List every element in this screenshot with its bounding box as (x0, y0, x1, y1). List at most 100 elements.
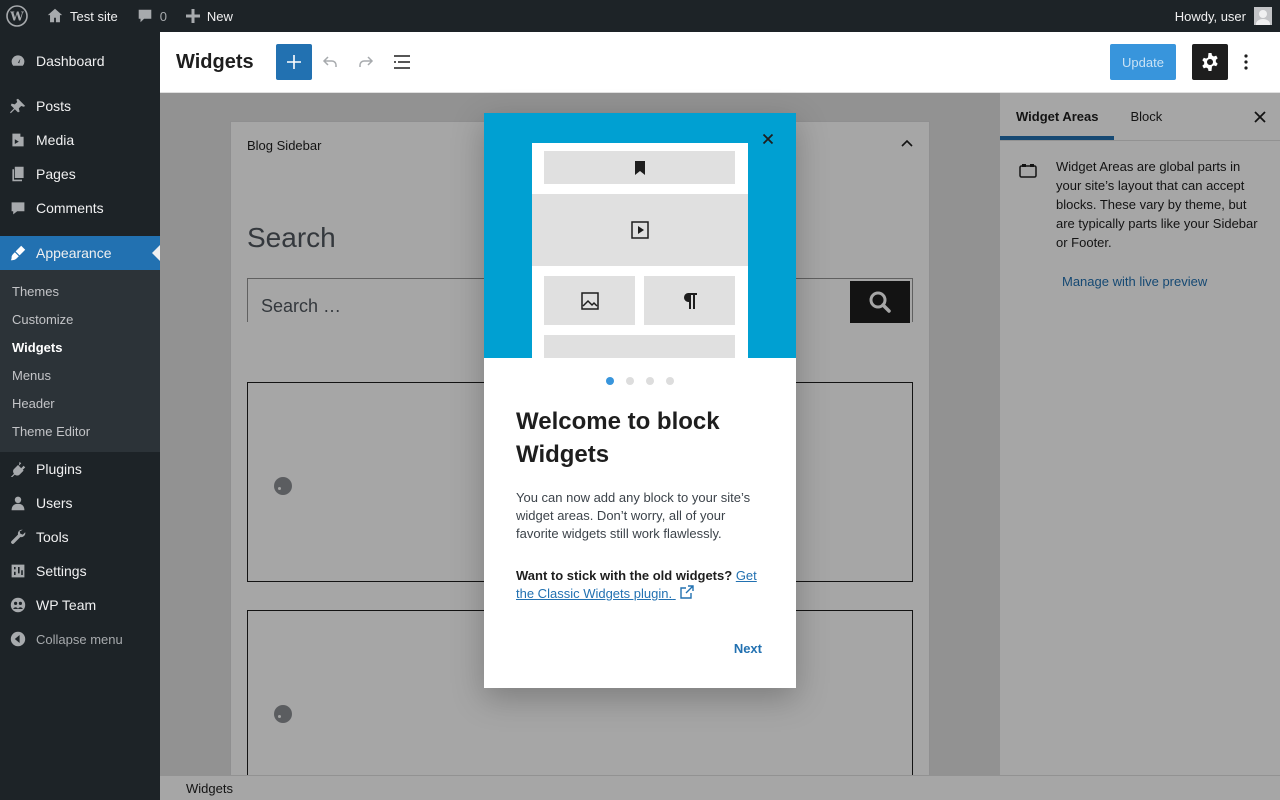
menu-label: Tools (36, 529, 69, 545)
new-content-link[interactable]: New (175, 0, 241, 32)
site-name: Test site (70, 8, 118, 24)
bookmark-icon (634, 160, 645, 175)
comments-count: 0 (159, 8, 167, 24)
more-vertical-icon (1244, 54, 1248, 70)
menu-label: Plugins (36, 461, 82, 477)
next-button[interactable]: Next (734, 641, 762, 656)
page-dot[interactable] (666, 377, 674, 385)
menu-item-pages[interactable]: Pages (0, 157, 160, 191)
greeting-text: Howdy, user (1174, 8, 1246, 24)
menu-item-tools[interactable]: Tools (0, 520, 160, 554)
menu-item-users[interactable]: Users (0, 486, 160, 520)
menu-label: Comments (36, 200, 104, 216)
page-indicator (484, 377, 796, 385)
menu-label: Settings (36, 563, 87, 579)
menu-item-wp-team[interactable]: WP Team (0, 588, 160, 622)
menu-label: Posts (36, 98, 72, 114)
block-inserter-button[interactable] (275, 44, 312, 80)
illustration-block (644, 276, 735, 325)
submenu-item-theme-editor[interactable]: Theme Editor (0, 417, 160, 445)
settings-button[interactable] (1192, 44, 1228, 80)
more-options-button[interactable] (1228, 44, 1264, 80)
list-view-icon (393, 55, 410, 69)
comments-link[interactable]: 0 (126, 0, 175, 32)
submenu-item-customize[interactable]: Customize (0, 305, 160, 333)
menu-item-dashboard[interactable]: Dashboard (0, 44, 160, 78)
illustration-frame (532, 143, 748, 358)
menu-label: Dashboard (36, 53, 105, 69)
submenu-item-widgets[interactable]: Widgets (0, 333, 160, 361)
submenu-item-header[interactable]: Header (0, 389, 160, 417)
paragraph-icon (683, 292, 697, 309)
comment-icon (138, 9, 151, 23)
home-icon (47, 8, 63, 23)
menu-item-plugins[interactable]: Plugins (0, 452, 160, 486)
media-icon (12, 133, 24, 147)
page-dot[interactable] (626, 377, 634, 385)
illustration-block (532, 194, 748, 266)
menu-item-posts[interactable]: Posts (0, 89, 160, 123)
menu-item-appearance[interactable]: Appearance (0, 236, 160, 270)
wordpress-logo-icon: W (6, 5, 28, 27)
collapse-menu-button[interactable]: Collapse menu (0, 622, 160, 656)
my-account[interactable]: Howdy, user (1175, 7, 1280, 25)
pin-icon (10, 98, 26, 114)
new-label: New (206, 8, 233, 24)
undo-icon (322, 56, 337, 67)
submenu-item-menus[interactable]: Menus (0, 361, 160, 389)
external-link-icon (680, 585, 694, 599)
team-icon (10, 597, 26, 613)
illustration-block (544, 151, 735, 184)
classic-widgets-note: Want to stick with the old widgets? Get … (516, 567, 766, 603)
appearance-submenu: Themes Customize Widgets Menus Header Th… (0, 270, 160, 452)
gear-icon (1202, 53, 1218, 71)
collapse-icon (10, 631, 26, 647)
plugin-icon (10, 461, 26, 477)
update-button[interactable]: Update (1110, 44, 1176, 80)
comment-icon (11, 202, 25, 215)
submenu-item-themes[interactable]: Themes (0, 277, 160, 305)
site-name-link[interactable]: Test site (36, 0, 126, 32)
user-icon (11, 496, 25, 511)
illustration-block (544, 276, 635, 325)
video-icon (631, 221, 649, 239)
page-dot[interactable] (646, 377, 654, 385)
editor-header: Widgets Update (160, 32, 1280, 93)
classic-prompt: Want to stick with the old widgets? (516, 568, 733, 583)
modal-body-text: You can now add any block to your site’s… (516, 490, 751, 541)
welcome-guide-modal: Welcome to block Widgets You can now add… (484, 113, 796, 688)
menu-item-media[interactable]: Media (0, 123, 160, 157)
menu-label: Media (36, 132, 75, 148)
illustration-block (544, 335, 735, 358)
settings-icon (11, 564, 25, 578)
redo-button[interactable] (348, 44, 384, 80)
welcome-illustration (484, 113, 796, 358)
list-view-button[interactable] (384, 44, 420, 80)
avatar (1254, 7, 1272, 25)
collapse-label: Collapse menu (36, 631, 123, 647)
admin-toolbar: W Test site 0 New Howdy, user (0, 0, 1280, 32)
brush-icon (10, 245, 26, 261)
wrench-icon (11, 529, 26, 544)
plus-icon (286, 55, 301, 69)
close-modal-button[interactable] (756, 127, 780, 151)
modal-heading: Welcome to block Widgets (516, 408, 720, 468)
menu-label: Pages (36, 166, 76, 182)
menu-label: Users (36, 495, 73, 511)
pages-icon (12, 166, 24, 182)
undo-button[interactable] (312, 44, 348, 80)
dashboard-icon (11, 55, 25, 66)
admin-menu: Dashboard Posts Media Pages Comments App… (0, 32, 160, 800)
menu-item-settings[interactable]: Settings (0, 554, 160, 588)
redo-icon (358, 56, 373, 67)
page-dot[interactable] (606, 377, 614, 385)
page-title: Widgets (176, 50, 254, 73)
close-icon (762, 133, 774, 145)
svg-text:W: W (9, 10, 24, 24)
menu-label: WP Team (36, 597, 97, 613)
image-icon (580, 291, 599, 310)
plus-icon (185, 9, 200, 23)
menu-item-comments[interactable]: Comments (0, 191, 160, 225)
wordpress-logo-button[interactable]: W (0, 0, 36, 32)
menu-label: Appearance (36, 245, 112, 261)
